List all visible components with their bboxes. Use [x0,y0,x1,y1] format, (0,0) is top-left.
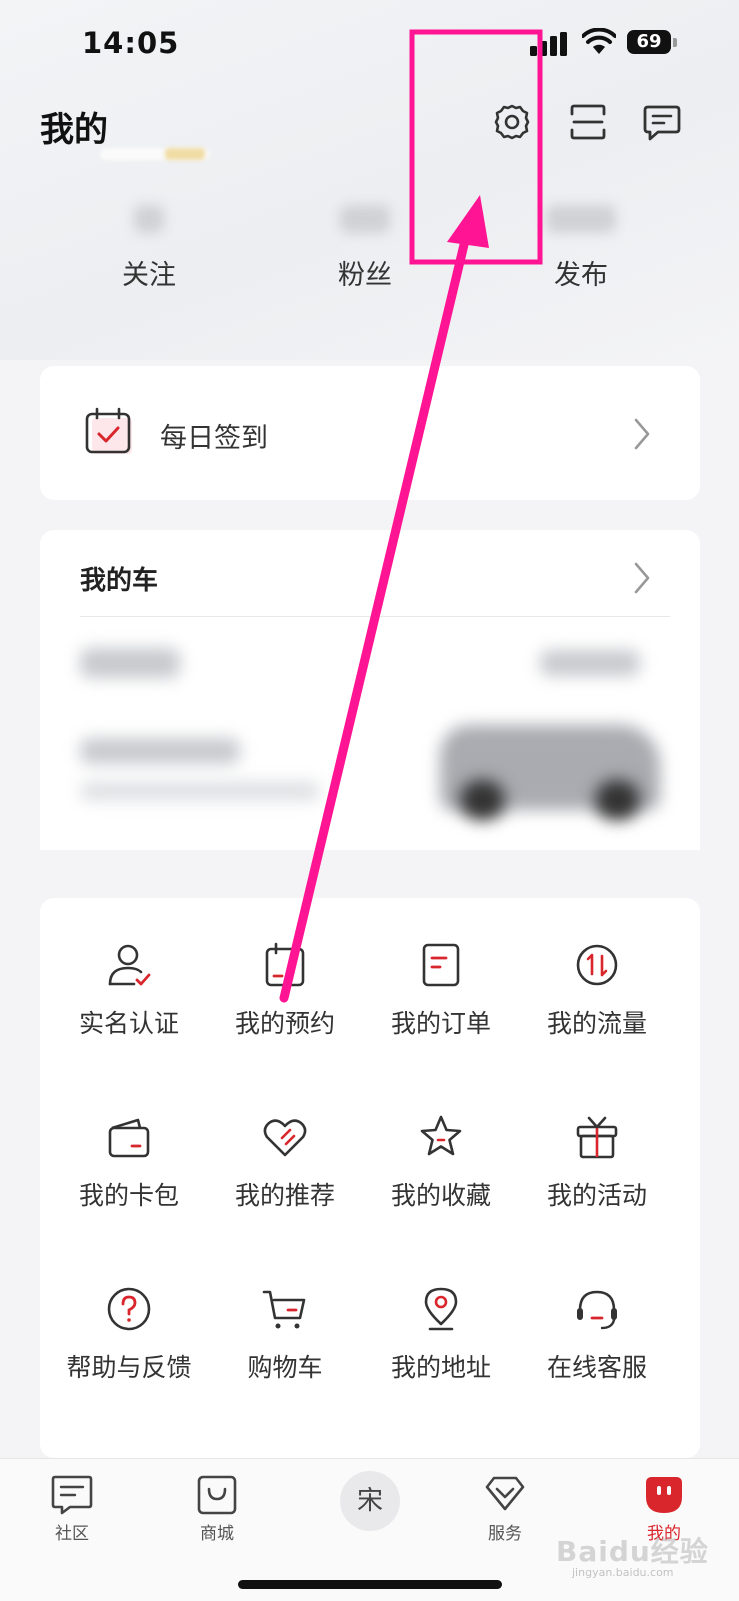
order-icon [422,943,460,987]
service-label: 我的卡包 [78,1181,179,1210]
calendar-icon [265,942,305,987]
nav-label: 服务 [488,1524,522,1544]
cart-icon [262,1290,306,1329]
service-label: 在线客服 [546,1353,647,1382]
service-data-flow[interactable]: 我的流量 [522,940,672,1040]
service-label: 帮助与反馈 [66,1353,192,1382]
headset-icon [577,1290,617,1330]
profile-icon [646,1477,682,1513]
divider [80,616,670,617]
page-title: 我的 [40,110,108,150]
service-customer-support[interactable]: 在线客服 [522,1284,672,1384]
stat-value-blurred [134,205,164,233]
car-name-blurred [80,648,180,678]
verify-user-icon [108,944,151,986]
recommend-icon [263,1119,307,1157]
car-wheel-blurred [460,780,505,820]
service-label: 我的活动 [546,1181,647,1210]
service-icon [485,1476,525,1511]
service-address[interactable]: 我的地址 [366,1284,516,1384]
car-wheel-blurred [595,780,640,820]
service-label: 我的推荐 [234,1181,335,1210]
stat-followers[interactable]: 粉丝 [290,205,440,292]
battery-tip [673,38,677,47]
status-bar: 14:05 69 [0,0,739,90]
home-indicator [238,1580,502,1589]
cellular-signal-icon [530,32,567,56]
chevron-right-icon [634,562,650,594]
service-label: 购物车 [247,1353,323,1382]
services-grid: 实名认证 我的预约 我的订单 我的流量 我的卡包 我的推荐 我的收藏 我的活动 … [40,898,700,1458]
data-flow-icon [576,944,618,986]
car-status-blurred [540,650,640,676]
stat-following[interactable]: 关注 [74,205,224,292]
service-label: 我的地址 [390,1353,491,1382]
service-activities[interactable]: 我的活动 [522,1112,672,1212]
help-icon [107,1287,151,1331]
nav-label: 商城 [200,1524,234,1544]
user-badge-blurred [165,148,205,160]
service-label: 实名认证 [78,1009,179,1038]
watermark: Baidu经验 [556,1535,709,1568]
checkin-label: 每日签到 [160,423,268,454]
service-help[interactable]: 帮助与反馈 [54,1284,204,1384]
nav-brand-logo[interactable]: 宋 [340,1471,400,1531]
stat-posts[interactable]: 发布 [506,205,656,292]
message-icon[interactable] [642,102,682,142]
service-label: 我的收藏 [390,1181,491,1210]
community-icon [51,1475,93,1515]
status-time: 14:05 [82,26,180,60]
scan-icon[interactable] [568,102,608,142]
stat-label: 粉丝 [338,260,392,291]
chevron-right-icon [634,418,650,450]
stat-value-blurred [340,205,390,233]
profile-stats: 关注 粉丝 发布 [0,205,739,305]
service-cart[interactable]: 购物车 [210,1284,360,1384]
service-wallet[interactable]: 我的卡包 [54,1112,204,1212]
stat-label: 关注 [122,260,176,291]
nav-community[interactable]: 社区 [22,1473,122,1544]
service-recommend[interactable]: 我的推荐 [210,1112,360,1212]
gift-icon [576,1116,618,1159]
shop-icon [197,1475,237,1515]
nav-service[interactable]: 服务 [455,1473,555,1544]
car-subdetail-blurred [80,782,320,800]
service-reservation[interactable]: 我的预约 [210,940,360,1040]
star-icon [420,1115,462,1156]
battery-icon: 69 [627,30,671,54]
service-orders[interactable]: 我的订单 [366,940,516,1040]
stat-value-blurred [546,205,616,233]
watermark-sub: jingyan.baidu.com [572,1566,674,1579]
my-car-title: 我的车 [80,566,159,596]
service-label: 我的流量 [546,1009,647,1038]
daily-checkin-card[interactable]: 每日签到 [40,366,700,500]
car-info-blurred[interactable] [40,630,700,850]
my-car-card[interactable]: 我的车 [40,530,700,630]
service-favorites[interactable]: 我的收藏 [366,1112,516,1212]
settings-icon[interactable] [492,102,532,142]
nav-label: 社区 [55,1524,89,1544]
stat-label: 发布 [554,260,608,291]
service-verify[interactable]: 实名认证 [54,940,204,1040]
car-detail-blurred [80,738,240,764]
nav-shop[interactable]: 商城 [167,1473,267,1544]
location-icon [424,1287,458,1331]
service-label: 我的订单 [390,1009,491,1038]
wallet-icon [108,1118,150,1158]
calendar-check-icon [85,407,132,454]
service-label: 我的预约 [234,1009,335,1038]
wifi-icon [582,28,616,54]
